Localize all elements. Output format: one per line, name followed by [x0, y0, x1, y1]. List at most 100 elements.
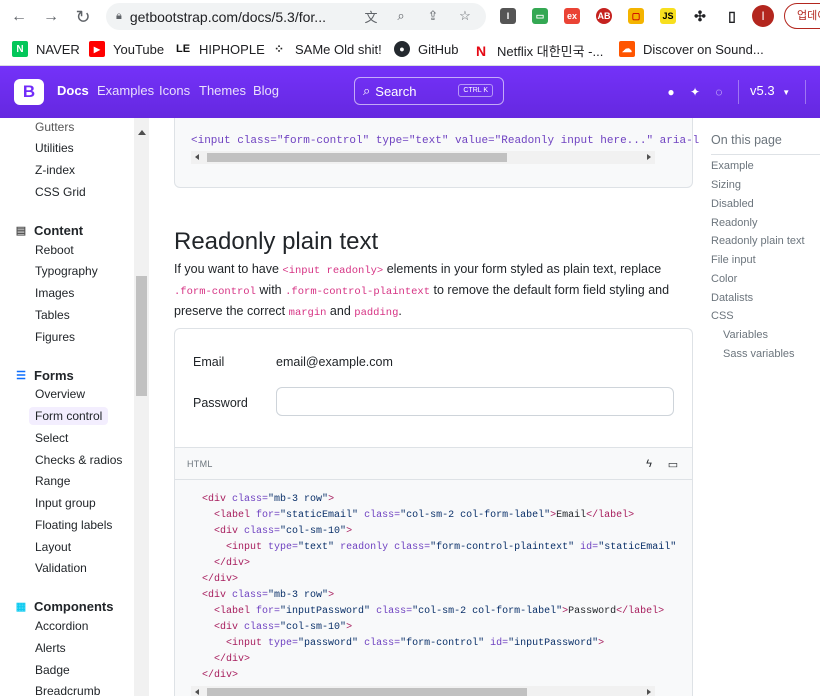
twitter-icon[interactable]: ✦: [687, 84, 703, 100]
bookmark-youtube[interactable]: ▶ YouTube: [89, 41, 164, 57]
inline-code: margin: [288, 307, 327, 319]
sidebar-item-z-index[interactable]: Z-index: [35, 163, 75, 177]
sidebar-item-input-group[interactable]: Input group: [35, 496, 96, 510]
scroll-left-arrow-icon[interactable]: [195, 154, 199, 160]
sidebar-item-select[interactable]: Select: [35, 431, 68, 445]
bookmark-same[interactable]: ⁘ SAMe Old shit!: [271, 41, 382, 57]
toc-item-color[interactable]: Color: [711, 273, 737, 285]
sidebar-item-reboot[interactable]: Reboot: [35, 243, 74, 257]
share-icon[interactable]: ⇪: [424, 7, 442, 25]
extension-icon[interactable]: ▭: [532, 8, 548, 24]
sidebar-group-content[interactable]: ▤ Content: [15, 223, 83, 238]
email-plaintext-field[interactable]: email@example.com: [276, 355, 393, 369]
nav-link-blog[interactable]: Blog: [253, 83, 279, 98]
bookmark-github[interactable]: ● GitHub: [394, 41, 458, 57]
horizontal-scrollbar[interactable]: [191, 151, 655, 164]
nav-link-examples[interactable]: Examples: [97, 83, 154, 98]
password-field[interactable]: [276, 387, 674, 416]
sidebar-item-css-grid[interactable]: CSS Grid: [35, 185, 86, 199]
sidebar-item-validation[interactable]: Validation: [35, 561, 87, 575]
address-bar[interactable]: 🔒︎ getbootstrap.com/docs/5.3/for... 文 ⌕ …: [106, 3, 486, 30]
sidebar-item-badge[interactable]: Badge: [35, 663, 70, 677]
extension-icon[interactable]: ▢: [628, 8, 644, 24]
toc-item-example[interactable]: Example: [711, 160, 754, 172]
sidebar-item-checks-radios[interactable]: Checks & radios: [35, 453, 122, 467]
sidebar-item-images[interactable]: Images: [35, 286, 74, 300]
sidebar-item-tables[interactable]: Tables: [35, 308, 70, 322]
bookmark-netflix[interactable]: N Netflix 대한민국 -...: [473, 41, 603, 60]
sidebar-item-typography[interactable]: Typography: [35, 264, 98, 278]
github-icon: ●: [394, 41, 410, 57]
bookmark-label: SAMe Old shit!: [295, 41, 382, 57]
scrollbar-thumb[interactable]: [136, 276, 147, 396]
toc-item-sass-variables[interactable]: Sass variables: [723, 348, 795, 360]
github-icon[interactable]: ●: [663, 84, 679, 100]
sidebar-scrollbar[interactable]: [134, 118, 149, 696]
toc-item-variables[interactable]: Variables: [723, 329, 768, 341]
bookmark-naver[interactable]: N NAVER: [12, 41, 80, 57]
adblock-icon[interactable]: AB: [596, 8, 612, 24]
sidebar-group-components[interactable]: ▦ Components: [15, 599, 114, 614]
sidebar-item-gutters[interactable]: Gutters: [35, 120, 74, 134]
bootstrap-navbar: B Docs Examples Icons Themes Blog ⌕ Sear…: [0, 66, 820, 118]
navbar-divider: [738, 80, 739, 104]
horizontal-scrollbar[interactable]: [191, 686, 655, 696]
toc-item-css[interactable]: CSS: [711, 310, 734, 322]
sidebar-group-forms[interactable]: ☰ Forms: [15, 368, 74, 383]
toc-item-disabled[interactable]: Disabled: [711, 198, 754, 210]
search-button[interactable]: ⌕ Search CTRL K: [354, 77, 504, 105]
sidebar-item-utilities[interactable]: Utilities: [35, 141, 74, 155]
sidebar-item-figures[interactable]: Figures: [35, 330, 75, 344]
sidebar-item-form-control[interactable]: Form control: [29, 407, 109, 425]
bookmark-label: GitHub: [418, 41, 459, 57]
bookmark-hiphople[interactable]: LE HIPHOPLE: [175, 41, 265, 57]
scrollbar-thumb[interactable]: [207, 153, 507, 162]
opencollective-icon[interactable]: ◌: [711, 84, 727, 100]
code-line: </div>: [214, 654, 251, 665]
bookmark-label: HIPHOPLE: [199, 41, 265, 57]
clipboard-icon[interactable]: ▭: [666, 457, 680, 471]
toc-item-readonly[interactable]: Readonly: [711, 217, 757, 229]
scroll-right-arrow-icon[interactable]: [647, 689, 651, 695]
extension-icon[interactable]: I: [500, 8, 516, 24]
zoom-icon[interactable]: ⌕: [392, 7, 410, 25]
extension-icon[interactable]: ex: [564, 8, 580, 24]
scroll-up-arrow-icon[interactable]: [138, 130, 146, 135]
forward-icon[interactable]: →: [40, 6, 62, 28]
back-icon[interactable]: ←: [8, 6, 30, 28]
reload-icon[interactable]: ↻: [72, 6, 94, 28]
nav-link-icons[interactable]: Icons: [159, 83, 190, 98]
naver-icon: N: [12, 41, 28, 57]
section-title: Readonly plain text: [174, 228, 379, 255]
js-extension-icon[interactable]: JS: [660, 8, 676, 24]
sidebar-item-layout[interactable]: Layout: [35, 540, 71, 554]
nav-link-docs[interactable]: Docs: [57, 83, 89, 98]
sidebar-item-alerts[interactable]: Alerts: [35, 641, 66, 655]
sidebar-item-floating-labels[interactable]: Floating labels: [35, 518, 112, 532]
sidebar-item-accordion[interactable]: Accordion: [35, 619, 88, 633]
sidebar-item-range[interactable]: Range: [35, 474, 70, 488]
translate-icon[interactable]: 文: [362, 7, 380, 25]
profile-avatar[interactable]: I: [752, 5, 774, 27]
scrollbar-thumb[interactable]: [207, 688, 527, 696]
bookmark-star-icon[interactable]: ☆: [456, 7, 474, 25]
code-line: </div>: [214, 558, 251, 569]
main-content: <input class="form-control" type="text" …: [150, 118, 700, 696]
toc-item-file-input[interactable]: File input: [711, 254, 756, 266]
bootstrap-logo[interactable]: B: [14, 79, 44, 105]
scroll-left-arrow-icon[interactable]: [195, 689, 199, 695]
version-dropdown[interactable]: v5.3 ▼: [750, 83, 790, 98]
sidebar-item-overview[interactable]: Overview: [35, 387, 85, 401]
toc-item-datalists[interactable]: Datalists: [711, 292, 753, 304]
scroll-right-arrow-icon[interactable]: [647, 154, 651, 160]
bookmark-soundcloud[interactable]: ☁ Discover on Sound...: [619, 41, 764, 57]
toc-item-readonly-plain-text[interactable]: Readonly plain text: [711, 235, 805, 247]
nav-link-themes[interactable]: Themes: [199, 83, 246, 98]
update-button[interactable]: 업데이: [784, 3, 820, 29]
lightning-icon[interactable]: ϟ: [642, 457, 656, 471]
toc-item-sizing[interactable]: Sizing: [711, 179, 741, 191]
puzzle-icon[interactable]: ✣: [692, 8, 708, 24]
inline-code: <input readonly>: [282, 265, 384, 277]
sidebar-item-breadcrumb[interactable]: Breadcrumb: [35, 684, 100, 696]
sidepanel-icon[interactable]: ▯: [724, 8, 740, 24]
